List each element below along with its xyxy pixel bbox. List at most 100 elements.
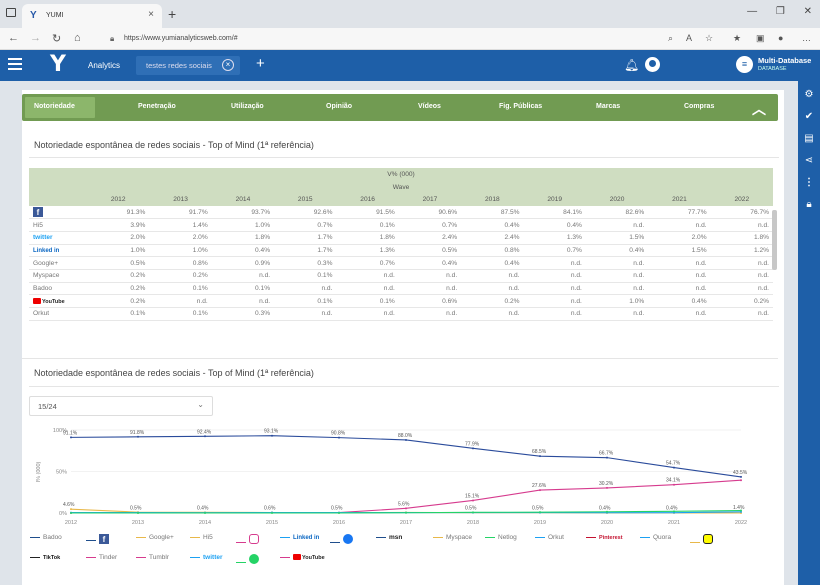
data-point [472, 447, 474, 450]
favorite-icon[interactable]: ☆ [705, 33, 713, 44]
legend-item[interactable]: Orkut [535, 534, 564, 541]
table-row: YouTube 0.2% n.d. n.d. 0.1% 0.1% 0.6% 0.2% n.d. 1… [29, 294, 773, 309]
read-aloud-icon[interactable]: A [686, 33, 692, 43]
table-cell: 2.0% [87, 231, 150, 245]
table-cell: 0.1% [336, 218, 399, 232]
browser-tab[interactable]: Y YUMI × [22, 4, 162, 28]
category-compras[interactable]: Compras [684, 103, 714, 110]
bell-icon[interactable]: 🔔︎ [624, 58, 639, 72]
legend-item[interactable]: Tumblr [136, 554, 169, 561]
home-icon[interactable]: ⌂ [74, 32, 81, 44]
table-cell: 1.0% [211, 218, 275, 232]
legend-item[interactable]: Tinder [86, 554, 117, 561]
table-cell: 2.4% [461, 231, 524, 245]
category-opiniao[interactable]: Opinião [326, 103, 352, 110]
table-cell: 0.2% [149, 269, 212, 283]
open-tab-chip[interactable]: testes redes sociais × [136, 56, 240, 75]
search-page-icon[interactable]: ⌕ [668, 33, 673, 44]
profile-icon[interactable]: ● [778, 33, 783, 43]
data-point [740, 479, 742, 482]
table-scrollbar[interactable] [772, 210, 777, 270]
new-tab-icon[interactable]: + [168, 6, 176, 22]
table-row: Myspace 0.2% 0.2% n.d. 0.1% n.d. n.d. n.d. n.d. n… [29, 269, 773, 283]
legend-item[interactable]: Linked in [280, 534, 319, 541]
legend-item[interactable]: twitter [190, 554, 223, 561]
menu-icon[interactable] [8, 58, 22, 70]
data-point [740, 475, 742, 478]
reload-icon[interactable]: ↻ [52, 32, 61, 45]
data-label: 0.5% [130, 506, 142, 512]
minimize-icon[interactable]: — [747, 6, 757, 17]
category-videos[interactable]: Vídeos [418, 103, 441, 110]
header-wave: Wave [29, 180, 773, 194]
table-cell: 0.2% [87, 269, 150, 283]
legend-item[interactable]: Badoo [30, 534, 62, 541]
check-icon[interactable]: ✔ [798, 111, 820, 122]
more-icon[interactable]: … [802, 33, 811, 43]
legend-item[interactable]: Pinterest [586, 534, 623, 541]
table-cell: 0.1% [149, 307, 212, 321]
legend-item[interactable]: Myspace [433, 534, 472, 541]
forward-icon[interactable]: → [30, 32, 41, 44]
row-label: Badoo [29, 282, 87, 296]
table-cell: n.d. [398, 307, 462, 321]
collections-icon[interactable]: ▣ [756, 33, 765, 44]
table-cell: n.d. [648, 269, 711, 283]
restore-icon[interactable]: ❐ [776, 6, 785, 17]
more-vert-icon[interactable]: ⋮ [798, 177, 820, 188]
category-marcas[interactable]: Marcas [596, 103, 620, 110]
add-tab-icon[interactable]: + [256, 55, 265, 72]
twitter-logo: twitter [29, 231, 87, 245]
legend-item[interactable]: TikTok [30, 554, 60, 561]
close-tab-icon[interactable]: × [148, 9, 154, 20]
table-cell: 0.2% [461, 294, 524, 309]
category-utilizacao[interactable]: Utilização [231, 103, 264, 110]
table-cell: n.d. [648, 307, 711, 321]
row-label: Google+ [29, 256, 87, 270]
legend-item[interactable]: Quora [640, 534, 671, 541]
category-fig-publicas[interactable]: Fig. Públicas [499, 103, 542, 110]
user-icon[interactable] [645, 57, 660, 72]
table-row: Orkut 0.1% 0.1% 0.3% n.d. n.d. n.d. n.d. n.d. n.d… [29, 307, 773, 321]
youtube-label: YouTube [33, 297, 65, 305]
period-select[interactable]: 15/24 ⌄ [29, 396, 213, 416]
share-icon[interactable]: ⋖ [798, 155, 820, 166]
category-notoriedade[interactable]: Notoriedade [34, 103, 75, 110]
table-cell: 2.0% [149, 231, 212, 245]
legend-item[interactable]: f [86, 534, 109, 544]
database-icon[interactable]: ≡ [736, 56, 753, 73]
legend-label: Hi5 [203, 534, 213, 541]
collapse-caret-icon[interactable]: ︿ [752, 99, 766, 119]
database-title: Multi-Database [758, 56, 812, 65]
linkedin-label: Linked in [33, 247, 60, 254]
legend-item[interactable] [236, 554, 259, 566]
legend-item[interactable] [330, 534, 353, 546]
table-cell: 93.7% [211, 206, 275, 220]
close-window-icon[interactable]: ✕ [804, 6, 812, 17]
lock-toolbar-icon[interactable]: 🔒︎ [798, 199, 820, 210]
x-tick-label: 2015 [266, 520, 278, 526]
favorites-icon[interactable]: ★ [733, 33, 741, 44]
table-cell: 0.1% [87, 307, 150, 321]
table-cell: 0.1% [211, 282, 275, 296]
legend-item[interactable]: Netlog [485, 534, 517, 541]
category-penetracao[interactable]: Penetração [138, 103, 176, 110]
legend-item[interactable]: Hi5 [190, 534, 213, 541]
legend-item[interactable]: Google+ [136, 534, 174, 541]
legend-item[interactable] [690, 534, 713, 546]
legend-item[interactable] [236, 534, 259, 546]
back-icon[interactable]: ← [8, 32, 19, 44]
nav-analytics[interactable]: Analytics [88, 61, 120, 70]
data-point [70, 512, 72, 514]
table-cell: n.d. [523, 269, 586, 283]
save-icon[interactable]: ▤ [798, 133, 820, 144]
table-row: f 91.3% 91.7% 93.7% 92.6% 91.5% 90.6% 87.5% 84.1… [29, 206, 773, 220]
url-field[interactable]: 🔒︎ https://www.yumianalyticsweb.com/# [104, 31, 664, 47]
legend-item[interactable]: YouTube [280, 554, 325, 561]
chart-legend: Badoo f Google+ Hi5 Linked in msn Myspace Netlo… [30, 534, 774, 574]
legend-item[interactable]: msn [376, 534, 402, 541]
tab-actions-icon[interactable] [6, 8, 16, 17]
settings-icon[interactable]: ⚙ [798, 89, 820, 100]
close-chip-icon[interactable]: × [222, 59, 234, 71]
table-cell: n.d. [211, 269, 275, 283]
